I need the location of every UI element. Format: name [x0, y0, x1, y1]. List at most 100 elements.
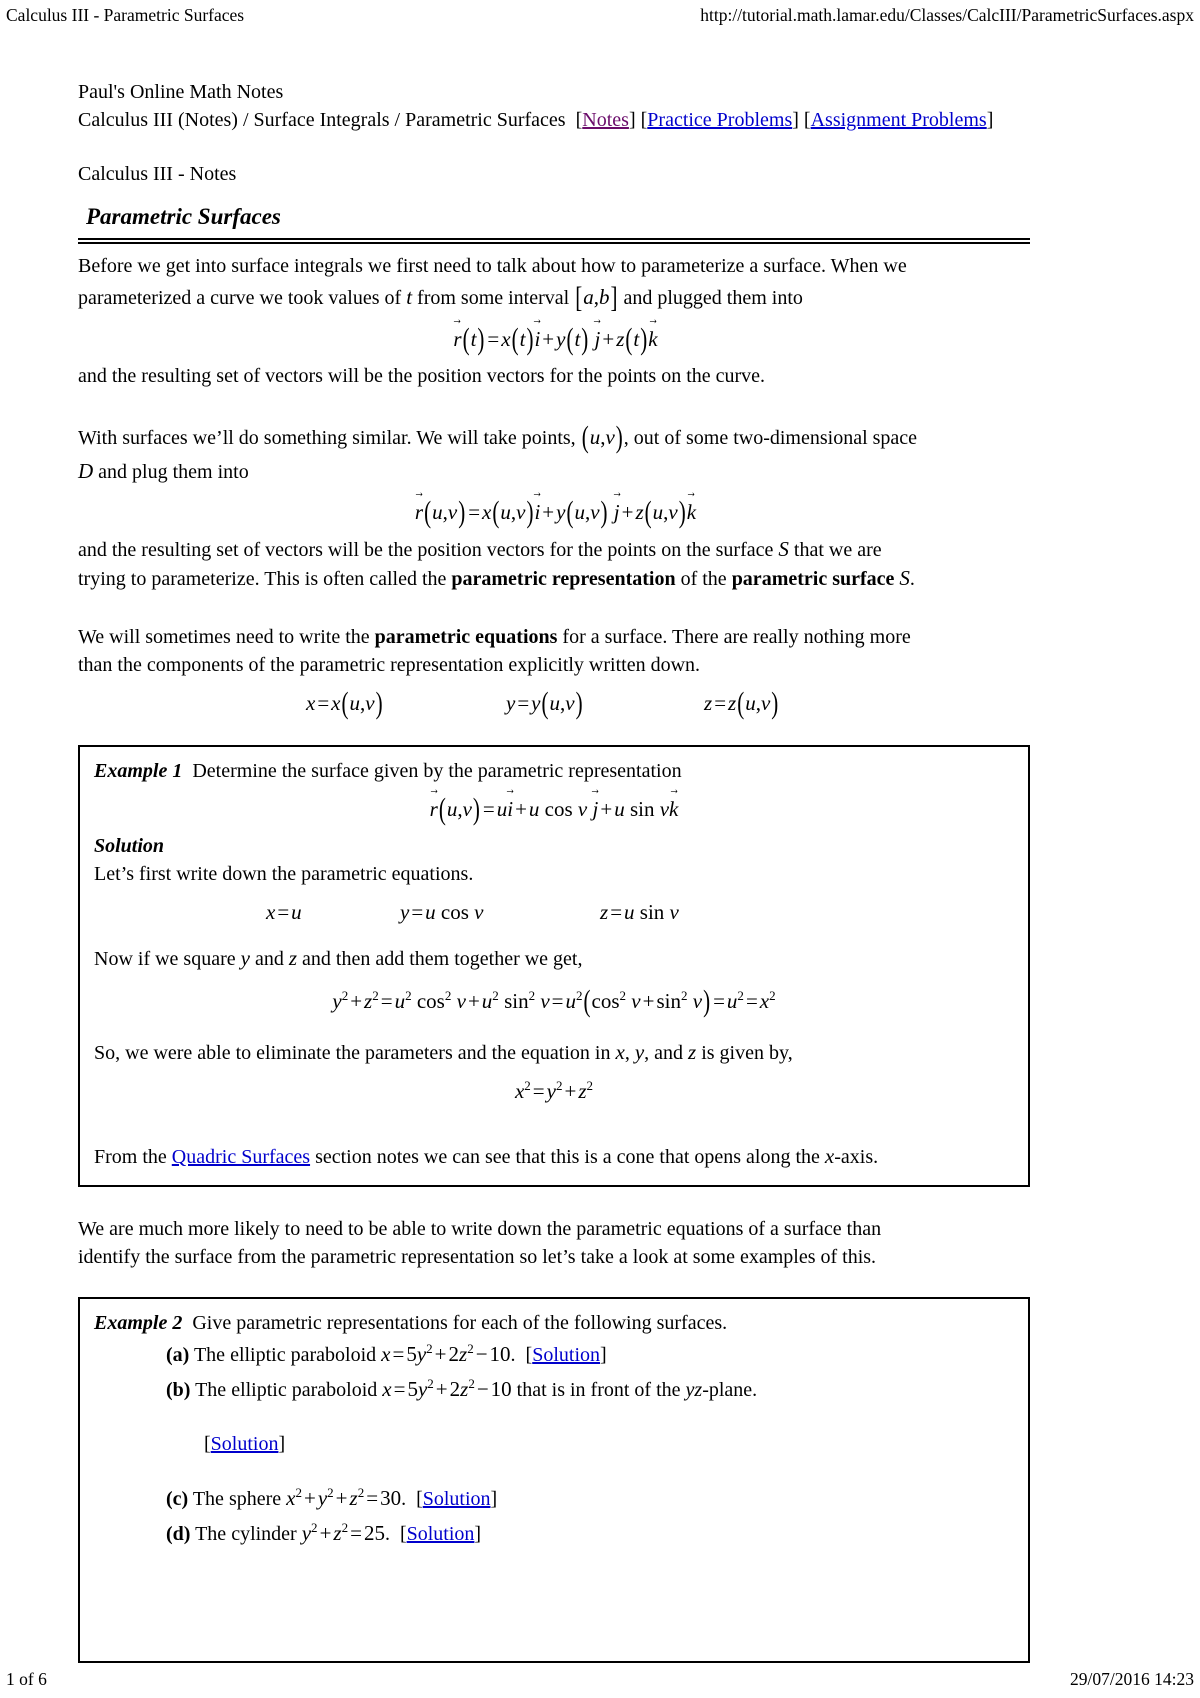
item-d-text: The cylinder [195, 1523, 297, 1545]
item-c-period: . [401, 1488, 407, 1510]
item-a-marker: (a) [166, 1344, 190, 1366]
intro-p5-a: We will sometimes need to write the [78, 626, 370, 648]
header-source-url: http://tutorial.math.lamar.edu/Classes/C… [700, 5, 1194, 25]
variable-d: D [78, 459, 94, 483]
page-number: 1 of 6 [6, 1669, 47, 1689]
example-1-heading: Example 1 Determine the surface given by… [94, 757, 1014, 785]
variable-s-2: S [899, 566, 910, 590]
item-a-text: The elliptic paraboloid [193, 1344, 377, 1366]
inline-var-z: z [288, 946, 298, 970]
example-2-item-c: (c) The sphere x2+y2+z2=30. [Solution] [94, 1481, 1014, 1516]
inline-var-z2: z [688, 1040, 697, 1064]
equation-position-vector-curve: r(t)=x(t)i+y(t) j+z(t)k [78, 322, 1033, 357]
intro-p1-mid: from some interval [417, 287, 570, 309]
equation-parametric-components: x=x(u,v) y=y(u,v) z=z(u,v) [78, 685, 1033, 721]
print-timestamp: 29/07/2016 14:23 [1070, 1669, 1194, 1689]
example-2-item-b-solution-row: [Solution] [94, 1427, 1014, 1461]
intro-paragraph-1-line-2: parameterized a curve we took values of … [78, 280, 1033, 315]
print-header: Calculus III - Parametric Surfaces http:… [0, 4, 1200, 32]
equation-2: r(u,v)=x(u,v)i+y(u,v) j+z(u,v)k [415, 495, 696, 530]
example-1-line-3: So, we were able to eliminate the parame… [94, 1040, 793, 1064]
example-1-big-equation: y2+z2=u2 cos2 v+u2 sin2 v=u2(cos2 v+sin2… [94, 984, 1014, 1019]
term-parametric-surface: parametric surface [731, 568, 895, 590]
item-c-equation: x2+y2+z2=30 [286, 1485, 402, 1510]
example1-eq-x: x=u [266, 900, 302, 924]
example1-eq-z: z=u sin v [600, 900, 679, 924]
item-d-marker: (d) [166, 1523, 191, 1545]
bracket-close-notes: ] [628, 109, 636, 131]
intro-paragraph-2: and the resulting set of vectors will be… [78, 365, 766, 387]
inline-var-y2: y [634, 1040, 645, 1064]
bracket-close-assignment: ] [986, 109, 994, 131]
intro-paragraph-4-line-1: and the resulting set of vectors will be… [78, 535, 1033, 564]
intro-paragraph-5-line-2: than the components of the parametric re… [78, 654, 701, 676]
site-name: Paul's Online Math Notes [78, 81, 284, 103]
equation-component-x: x=x(u,v) [306, 685, 383, 721]
item-a-bracket-close: ] [600, 1344, 607, 1366]
example-1-prompt: Determine the surface given by the param… [192, 760, 682, 782]
print-footer: 1 of 6 29/07/2016 14:23 [0, 1668, 1200, 1692]
link-practice-problems[interactable]: Practice Problems [647, 109, 792, 131]
link-solution-c[interactable]: Solution [423, 1488, 491, 1510]
example-2-prompt: Give parametric representations for each… [192, 1312, 728, 1334]
example-1-representation: r(u,v)=ui+u cos v j+u sin vk [94, 792, 1014, 827]
closing-pre: From the [94, 1146, 167, 1168]
item-b-equation: x=5y2+2z2−10 [382, 1376, 512, 1401]
example-1-line-2: Now if we square y and z and then add th… [94, 946, 583, 970]
example-2-heading: Example 2 Give parametric representation… [94, 1309, 1014, 1337]
item-c-text: The sphere [192, 1488, 282, 1510]
equation-component-z: z=z(u,v) [704, 685, 779, 721]
link-solution-d[interactable]: Solution [407, 1523, 475, 1545]
intro-p4-period: . [909, 568, 915, 590]
intro-paragraph-3-line-1: With surfaces we’ll do something similar… [78, 420, 1033, 455]
item-b-bracket-open: [ [204, 1433, 211, 1455]
bridge-line-2: identify the surface from the parametric… [78, 1246, 877, 1268]
interval-a-b: [a,b] [575, 280, 618, 314]
notes-heading: Calculus III - Notes [78, 163, 237, 185]
closing-end: -axis. [834, 1146, 879, 1168]
item-b-text-post: that is in front of the yz-plane. [516, 1379, 758, 1401]
item-a-equation: x=5y2+2z2−10 [381, 1341, 511, 1366]
example-2-box: Example 2 Give parametric representation… [78, 1297, 1030, 1663]
example-1-box: Example 1 Determine the surface given by… [78, 745, 1030, 1187]
yz-plane-label: yz [685, 1379, 703, 1401]
example-2-item-b: (b) The elliptic paraboloid x=5y2+2z2−10… [94, 1372, 1014, 1407]
intro-paragraph-1-line-1: Before we get into surface integrals we … [78, 255, 907, 277]
equation-1: r(t)=x(t)i+y(t) j+z(t)k [453, 322, 657, 357]
intro-p5-b: for a surface. There are really nothing … [562, 626, 911, 648]
intro-p1-pre: parameterized a curve we took values of [78, 287, 402, 309]
example1-eq-y: y=u cos v [400, 900, 484, 924]
link-solution-b[interactable]: Solution [211, 1433, 279, 1455]
item-d-period: . [384, 1523, 390, 1545]
page-title: Parametric Surfaces [86, 204, 281, 229]
item-d-bracket-open: [ [399, 1523, 407, 1545]
equation-position-vector-surface: r(u,v)=x(u,v)i+y(u,v) j+z(u,v)k [78, 495, 1033, 530]
link-assignment-problems[interactable]: Assignment Problems [811, 109, 987, 131]
item-b-bracket-close: ] [278, 1433, 286, 1455]
example-1-label: Example 1 [94, 760, 183, 782]
example-1-solution-label: Solution [94, 835, 165, 857]
item-a-period: . [510, 1344, 516, 1366]
intro-p1-post: and plugged them into [623, 287, 803, 309]
equation-example1-final: x2=y2+z2 [514, 1078, 594, 1103]
example-1-closing: From the Quadric Surfaces section notes … [94, 1142, 1014, 1171]
term-parametric-equations: parametric equations [374, 626, 558, 648]
example-1-parametric-equations: x=u y=u cos v z=u sin v [94, 898, 1014, 926]
example-2-label: Example 2 [94, 1312, 183, 1334]
item-b-marker: (b) [166, 1379, 191, 1401]
link-solution-a[interactable]: Solution [532, 1344, 600, 1366]
item-b-text: The elliptic paraboloid [195, 1379, 378, 1401]
link-quadric-surfaces[interactable]: Quadric Surfaces [172, 1146, 310, 1168]
breadcrumb-path: Calculus III (Notes) / Surface Integrals… [78, 109, 566, 131]
header-document-title: Calculus III - Parametric Surfaces [6, 5, 245, 25]
closing-post: section notes we can see that this is a … [315, 1146, 820, 1168]
point-u-v: (u,v) [581, 419, 623, 455]
link-notes[interactable]: Notes [582, 109, 629, 131]
closing-axis-var: x [824, 1144, 835, 1168]
example-2-item-a: (a) The elliptic paraboloid x=5y2+2z2−10… [94, 1337, 1014, 1372]
document-content: Paul's Online Math Notes Calculus III (N… [78, 78, 1033, 1663]
inline-var-x2: x [615, 1040, 625, 1064]
